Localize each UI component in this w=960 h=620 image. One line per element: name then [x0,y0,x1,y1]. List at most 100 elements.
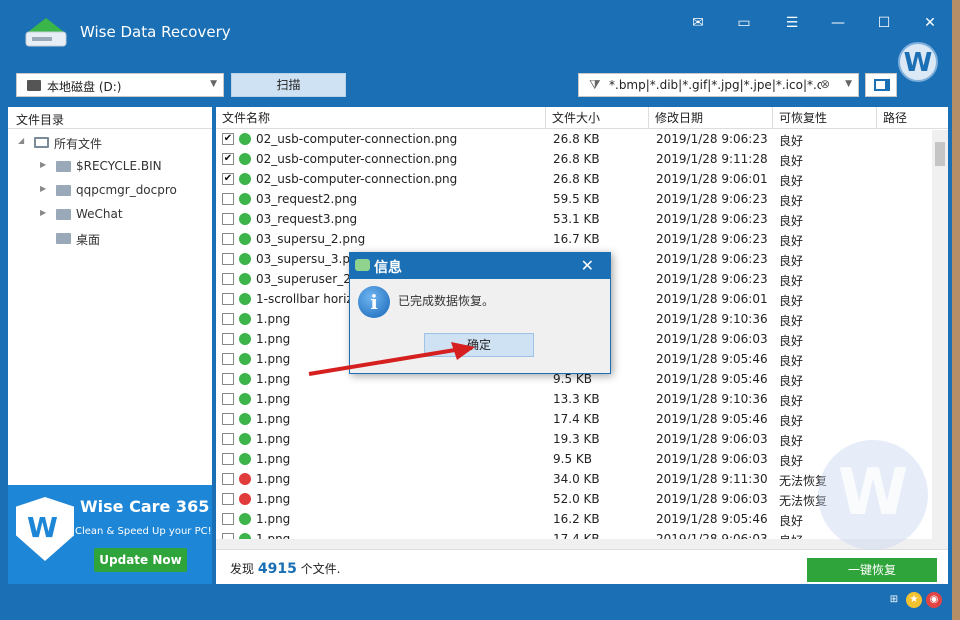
tree-item-wechat[interactable]: ▶ WeChat [40,205,210,225]
close-button[interactable]: ✕ [918,12,942,34]
file-name: 1.png [256,492,291,506]
file-recoverability: 良好 [779,454,804,468]
menu-icon[interactable]: ☰ [780,12,804,34]
row-checkbox[interactable] [222,513,234,525]
row-checkbox[interactable]: ✔ [222,133,234,145]
table-header: 文件名称 文件大小 修改日期 可恢复性 路径 [216,107,948,129]
star-icon[interactable]: ★ [906,592,922,608]
minimize-button[interactable]: — [826,12,850,34]
horizontal-scrollbar[interactable] [216,539,932,549]
file-date: 2019/1/28 9:06:03 [656,332,768,346]
toggle-panel-button[interactable] [865,73,897,97]
row-checkbox[interactable] [222,373,234,385]
table-row[interactable]: 03_request2.png 59.5 KB 2019/1/28 9:06:23 良… [216,189,932,209]
column-header-date[interactable]: 修改日期 [649,107,773,129]
row-checkbox[interactable] [222,293,234,305]
file-recoverability: 良好 [779,414,804,428]
row-checkbox[interactable] [222,453,234,465]
toolbar: 本地磁盘 (D:) ▼ 扫描 ⧩ *.bmp|*.dib|*.gif|*.jpg… [0,64,952,106]
table-row[interactable]: ✔ 02_usb-computer-connection.png 26.8 KB 20… [216,129,932,149]
file-name: 03_request2.png [256,192,358,206]
maximize-button[interactable]: ☐ [872,12,896,34]
info-icon: i [358,286,390,318]
row-checkbox[interactable]: ✔ [222,173,234,185]
row-checkbox[interactable] [222,413,234,425]
table-row[interactable]: 1.png 9.5 KB 2019/1/28 9:06:03 良好 [216,449,932,469]
row-checkbox[interactable] [222,493,234,505]
row-checkbox[interactable] [222,273,234,285]
column-header-recoverability[interactable]: 可恢复性 [773,107,877,129]
dialog-close-icon[interactable]: ✕ [581,256,594,275]
desktop-background-right [952,0,960,620]
file-name: 02_usb-computer-connection.png [256,152,458,166]
status-good-icon [239,453,251,465]
table-row[interactable]: ✔ 02_usb-computer-connection.png 26.8 KB 20… [216,169,932,189]
table-row[interactable]: 03_request3.png 53.1 KB 2019/1/28 9:06:23 良… [216,209,932,229]
file-name: 1.png [256,512,291,526]
row-checkbox[interactable] [222,393,234,405]
expand-arrow-icon[interactable]: ◢ [18,136,24,145]
panel-icon [874,79,890,91]
table-row[interactable]: 1.png 19.3 KB 2019/1/28 9:06:03 良好 [216,429,932,449]
wise-care-ad[interactable]: W Wise Care 365 v5 Clean & Speed Up your… [8,485,236,584]
update-now-button[interactable]: Update Now [94,548,187,572]
collapse-arrow-icon[interactable]: ▶ [40,160,46,169]
file-size: 16.2 KB [553,512,600,526]
scrollbar-thumb[interactable] [935,142,945,166]
column-header-name[interactable]: 文件名称 [216,107,546,129]
weibo-icon[interactable]: ◉ [926,592,942,608]
tree-item-desktop[interactable]: 桌面 [40,229,210,249]
table-row[interactable]: 03_supersu_2.png 16.7 KB 2019/1/28 9:06:23… [216,229,932,249]
collapse-arrow-icon[interactable]: ▶ [40,208,46,217]
row-checkbox[interactable] [222,333,234,345]
row-checkbox[interactable] [222,473,234,485]
tree-item-recycle-bin[interactable]: ▶ $RECYCLE.BIN [40,157,210,177]
file-recoverability: 良好 [779,274,804,288]
file-date: 2019/1/28 9:06:23 [656,212,768,226]
notice-icon[interactable]: ⊞ [886,592,902,608]
disk-select[interactable]: 本地磁盘 (D:) ▼ [16,73,224,97]
tree-item-all-files[interactable]: ◢ 所有文件 [18,133,208,153]
file-size: 26.8 KB [553,172,600,186]
ad-title: Wise Care 365 v5 [80,497,236,516]
file-recoverability: 良好 [779,234,804,248]
row-checkbox[interactable] [222,253,234,265]
file-date: 2019/1/28 9:10:36 [656,392,768,406]
table-row[interactable]: ✔ 02_usb-computer-connection.png 26.8 KB 20… [216,149,932,169]
status-good-icon [239,133,251,145]
column-header-path[interactable]: 路径 [877,107,948,129]
row-checkbox[interactable] [222,433,234,445]
row-checkbox[interactable] [222,353,234,365]
collapse-arrow-icon[interactable]: ▶ [40,184,46,193]
row-checkbox[interactable] [222,193,234,205]
clear-filter-icon[interactable]: ⊗ [820,77,830,91]
row-checkbox[interactable] [222,213,234,225]
file-date: 2019/1/28 9:06:01 [656,172,768,186]
file-recoverability: 良好 [779,134,804,148]
feedback-icon[interactable]: ▭ [732,12,756,34]
tree-item-qqpcmgr[interactable]: ▶ qqpcmgr_docpro [40,181,210,201]
status-good-icon [239,233,251,245]
file-name: 1.png [256,412,291,426]
file-name: 1.png [256,472,291,486]
file-type-filter[interactable]: ⧩ *.bmp|*.dib|*.gif|*.jpg|*.jpe|*.ico|*.… [578,73,859,97]
chevron-down-icon[interactable]: ▼ [845,79,852,89]
found-prefix: 发现 [230,562,255,576]
dialog-app-icon [355,259,370,271]
vertical-scrollbar[interactable] [932,130,948,549]
results-footer: 发现 4915 个文件. 一键恢复 [216,549,948,584]
mail-icon[interactable]: ✉ [686,12,710,34]
status-good-icon [239,273,251,285]
scan-button[interactable]: 扫描 [231,73,346,97]
file-size: 59.5 KB [553,192,600,206]
status-good-icon [239,213,251,225]
one-click-recover-button[interactable]: 一键恢复 [807,558,937,582]
row-checkbox[interactable] [222,233,234,245]
folder-icon [56,185,71,196]
filter-icon: ⧩ [589,78,601,93]
row-checkbox[interactable] [222,313,234,325]
row-checkbox[interactable]: ✔ [222,153,234,165]
table-row[interactable]: 1.png 17.4 KB 2019/1/28 9:05:46 良好 [216,409,932,429]
table-row[interactable]: 1.png 13.3 KB 2019/1/28 9:10:36 良好 [216,389,932,409]
column-header-size[interactable]: 文件大小 [546,107,649,129]
